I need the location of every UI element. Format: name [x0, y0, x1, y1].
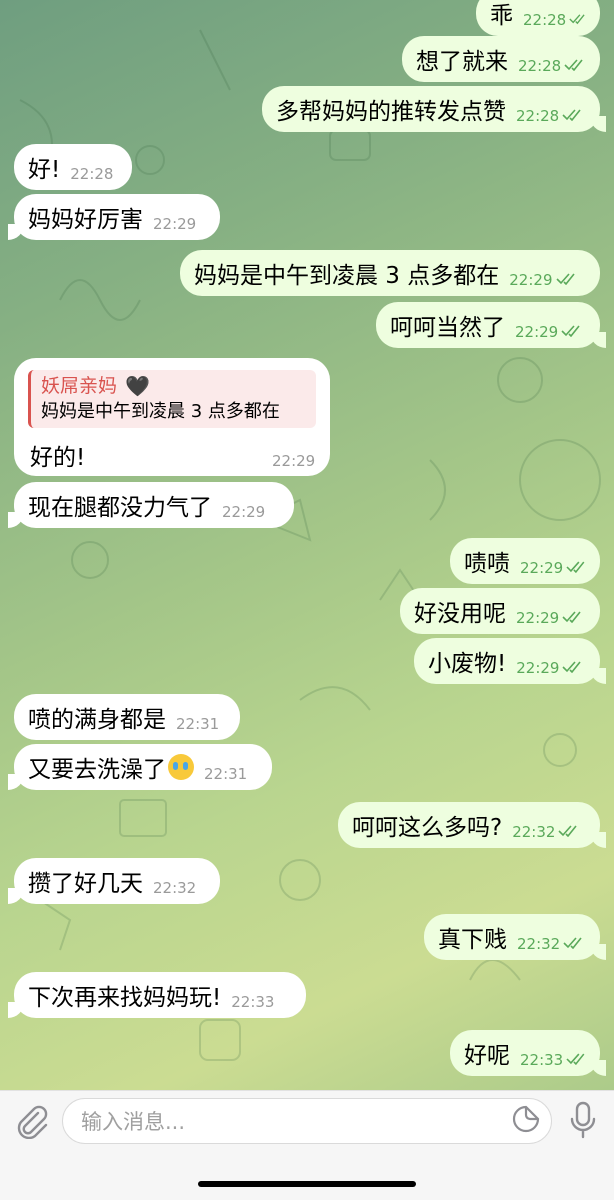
reply-quote[interactable]: 妖屌亲妈 🖤 妈妈是中午到凌晨 3 点多都在: [28, 370, 316, 428]
message-bubble-outgoing[interactable]: 乖 22:28: [476, 0, 600, 36]
message-bubble-outgoing[interactable]: 真下贱 22:32: [424, 914, 606, 960]
double-check-icon: [566, 1053, 585, 1065]
double-check-icon: [562, 109, 581, 121]
message-time: 22:28: [516, 107, 560, 125]
message-bubble-outgoing[interactable]: 想了就来 22:28: [402, 36, 600, 82]
message-bubble-outgoing[interactable]: 好没用呢 22:29: [400, 588, 600, 634]
reply-quote-text: 妈妈是中午到凌晨 3 点多都在: [41, 401, 280, 422]
double-check-icon: [564, 59, 583, 71]
message-bubble-outgoing[interactable]: 好呢 22:33: [450, 1030, 606, 1076]
message-bubble-outgoing[interactable]: 多帮妈妈的推转发点赞 22:28: [262, 86, 606, 132]
message-bubble-incoming-reply[interactable]: 妖屌亲妈 🖤 妈妈是中午到凌晨 3 点多都在 好的! 22:29: [14, 358, 330, 476]
message-bubble-incoming[interactable]: 攒了好几天 22:32: [8, 858, 220, 904]
loudly-crying-face-emoji: [168, 754, 194, 780]
reply-quote-header: 妖屌亲妈 🖤: [41, 373, 306, 399]
black-heart-emoji: 🖤: [125, 374, 150, 398]
message-text: 想了就来: [416, 49, 508, 75]
message-time: 22:29: [516, 609, 560, 627]
message-bubble-incoming[interactable]: 下次再来找妈妈玩! 22:33: [8, 972, 306, 1018]
message-text: 呵呵当然了: [390, 315, 505, 341]
double-check-icon: [558, 825, 578, 837]
message-input-box[interactable]: [62, 1098, 552, 1145]
message-bubble-outgoing[interactable]: 妈妈是中午到凌晨 3 点多都在 22:29: [180, 250, 600, 296]
message-text: 妈妈是中午到凌晨 3 点多都在: [194, 263, 500, 289]
message-bubble-incoming[interactable]: 现在腿都没力气了 22:29: [8, 482, 294, 528]
message-time: 22:32: [517, 935, 561, 953]
home-indicator[interactable]: [198, 1181, 416, 1187]
message-text: 真下贱: [438, 927, 507, 953]
message-composer: [0, 1090, 614, 1200]
message-bubble-incoming[interactable]: 喷的满身都是 22:31: [14, 694, 240, 740]
message-text: 好呢: [464, 1043, 510, 1069]
message-text: 好的!: [30, 445, 86, 471]
double-check-icon: [562, 661, 582, 673]
message-text: 呵呵这么多吗?: [352, 815, 503, 841]
double-check-icon: [562, 611, 581, 623]
message-text: 好!: [28, 157, 61, 183]
message-time: 22:32: [512, 823, 556, 841]
message-time: 22:28: [518, 57, 562, 75]
double-check-icon: [563, 937, 582, 949]
message-text: 现在腿都没力气了: [28, 495, 212, 521]
message-bubble-outgoing[interactable]: 呵呵当然了 22:29: [376, 302, 606, 348]
double-check-icon: [555, 273, 575, 285]
message-time: 22:29: [509, 271, 553, 289]
double-check-icon: [561, 325, 580, 337]
message-text: 好没用呢: [414, 601, 506, 627]
message-text: 多帮妈妈的推转发点赞: [276, 99, 506, 125]
message-text: 喷的满身都是: [28, 707, 166, 733]
message-time: 22:29: [153, 215, 197, 233]
message-text: 攒了好几天: [28, 871, 143, 897]
message-time: 22:29: [520, 559, 564, 577]
message-time: 22:31: [204, 765, 248, 783]
message-text-content: 又要去洗澡了: [28, 757, 166, 783]
double-check-icon: [569, 14, 585, 25]
message-time: 22:29: [272, 452, 316, 470]
reply-quote-author: 妖屌亲妈: [41, 375, 118, 397]
message-list[interactable]: 乖 22:28 想了就来 22:28 多帮妈妈的推转发点赞 22:28 好! 2…: [0, 0, 614, 1090]
message-time: 22:28: [70, 165, 114, 183]
message-time: 22:29: [515, 323, 559, 341]
message-time: 22:33: [520, 1051, 564, 1069]
message-text: 小废物!: [428, 651, 507, 677]
message-time: 22:31: [176, 715, 220, 733]
paperclip-icon[interactable]: [14, 1103, 48, 1139]
message-bubble-outgoing[interactable]: 小废物! 22:29: [414, 638, 606, 684]
sticker-icon[interactable]: [512, 1105, 540, 1133]
message-time: 22:32: [153, 879, 197, 897]
message-text: 妈妈好厉害: [28, 207, 143, 233]
message-bubble-incoming[interactable]: 又要去洗澡了 22:31: [8, 744, 272, 790]
message-time: 22:33: [231, 993, 275, 1011]
microphone-icon[interactable]: [568, 1101, 598, 1139]
message-time: 22:29: [222, 503, 266, 521]
message-text: 啧啧: [464, 551, 510, 577]
message-text: 乖: [490, 3, 513, 29]
message-text: 下次再来找妈妈玩!: [28, 985, 222, 1011]
message-bubble-outgoing[interactable]: 呵呵这么多吗? 22:32: [338, 802, 606, 848]
message-bubble-incoming[interactable]: 好! 22:28: [14, 144, 132, 190]
message-bubble-incoming[interactable]: 妈妈好厉害 22:29: [8, 194, 220, 240]
message-time: 22:28: [523, 11, 567, 29]
message-text: 又要去洗澡了: [28, 750, 194, 784]
double-check-icon: [566, 561, 585, 573]
message-bubble-outgoing[interactable]: 啧啧 22:29: [450, 538, 600, 584]
message-time: 22:29: [516, 659, 560, 677]
message-input[interactable]: [79, 1099, 483, 1145]
